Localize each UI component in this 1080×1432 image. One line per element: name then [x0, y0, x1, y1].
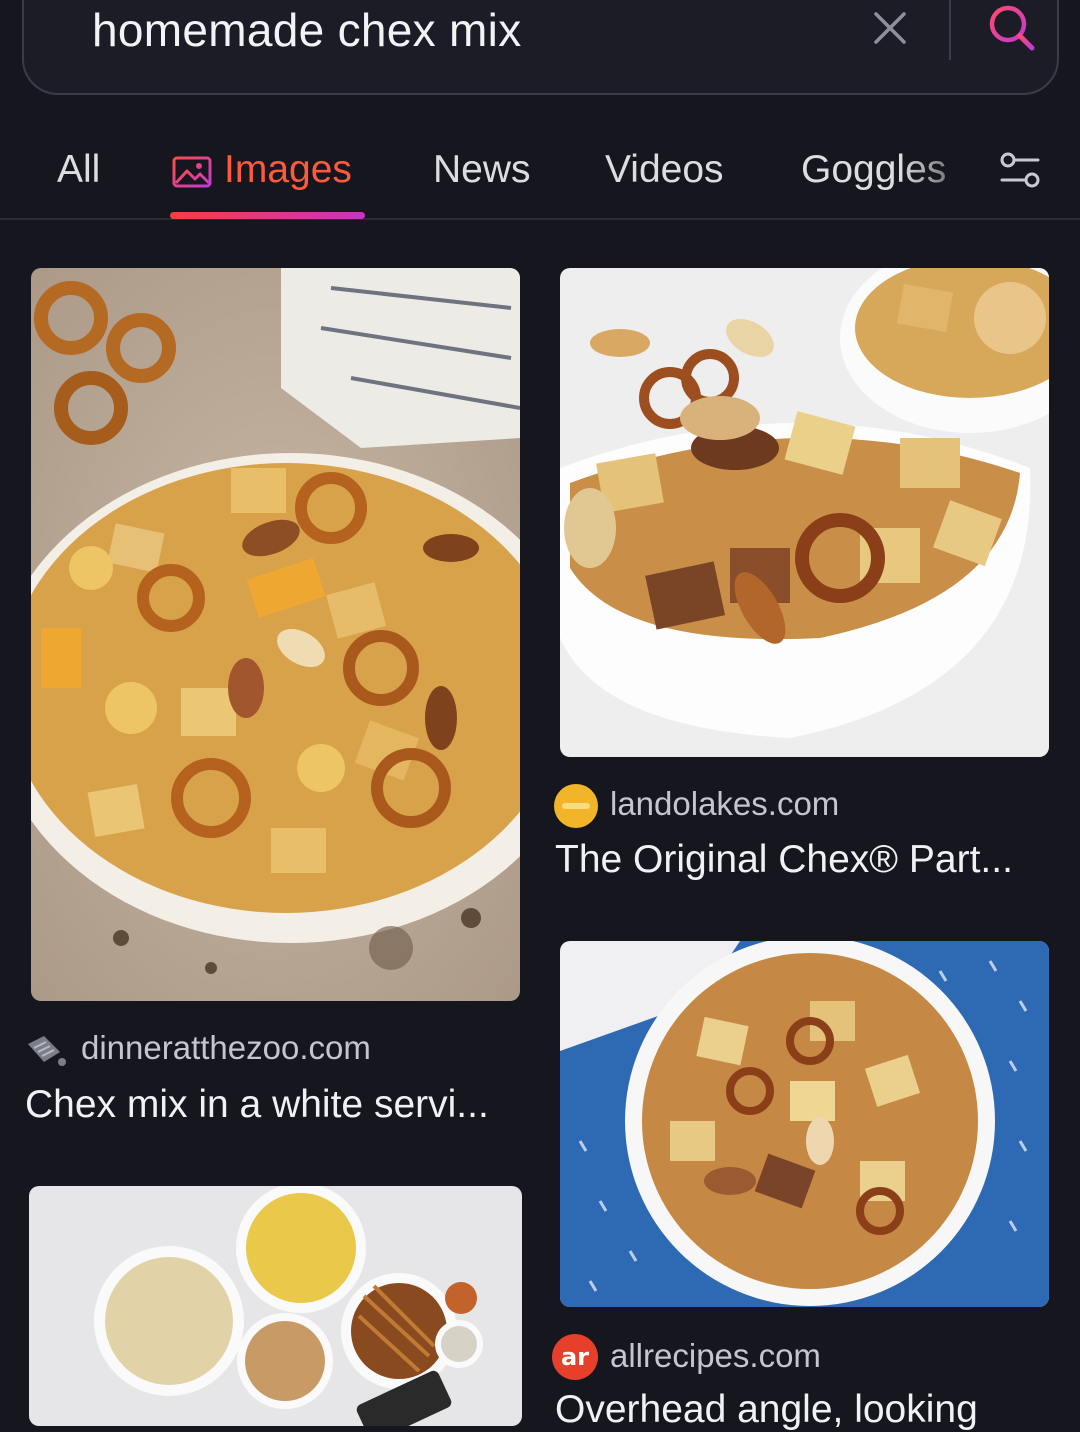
allrecipes-logo-text: ar: [560, 1343, 590, 1371]
filter-settings-button[interactable]: [996, 146, 1044, 194]
tab-videos[interactable]: Videos: [605, 148, 724, 192]
search-icon: [989, 5, 1035, 51]
tabs-fade-overlay: [900, 118, 980, 218]
result-domain[interactable]: allrecipes.com: [610, 1337, 821, 1375]
search-divider: [949, 0, 951, 60]
result-image-3[interactable]: [560, 941, 1049, 1307]
result-title[interactable]: The Original Chex® Part...: [555, 838, 1013, 882]
chex-mix-white-bowl-photo: [560, 268, 1049, 757]
result-image-1[interactable]: [31, 268, 520, 1001]
tab-all[interactable]: All: [57, 148, 100, 192]
tab-news[interactable]: News: [433, 148, 531, 192]
site-icon: [28, 1036, 66, 1066]
search-bar[interactable]: homemade chex mix: [22, 0, 1059, 95]
result-domain[interactable]: dinneratthezoo.com: [81, 1029, 371, 1067]
chex-mix-bowl-photo: [31, 268, 520, 1001]
tab-images-label: Images: [224, 148, 352, 191]
search-button[interactable]: [984, 0, 1040, 56]
active-tab-indicator: [170, 212, 365, 219]
dinneratthezoo-favicon: [24, 1030, 68, 1068]
tab-images[interactable]: Images: [172, 148, 352, 192]
search-input[interactable]: homemade chex mix: [92, 4, 522, 56]
landolakes-favicon: [554, 784, 598, 828]
close-icon: [874, 12, 906, 44]
site-icon: [562, 803, 590, 809]
allrecipes-favicon: ar: [552, 1334, 598, 1380]
result-image-4[interactable]: [29, 1186, 522, 1426]
result-domain[interactable]: landolakes.com: [610, 785, 839, 823]
search-tabs: All Images News Videos Goggles: [0, 118, 1080, 220]
result-image-2[interactable]: [560, 268, 1049, 757]
result-title[interactable]: Overhead angle, looking: [555, 1388, 978, 1432]
clear-search-button[interactable]: [870, 8, 910, 48]
image-icon: [172, 156, 212, 188]
chex-mix-overhead-photo: [560, 941, 1049, 1307]
filter-settings-icon: [1000, 152, 1040, 188]
result-title[interactable]: Chex mix in a white servi...: [25, 1083, 489, 1127]
chex-mix-ingredients-photo: [29, 1186, 522, 1426]
